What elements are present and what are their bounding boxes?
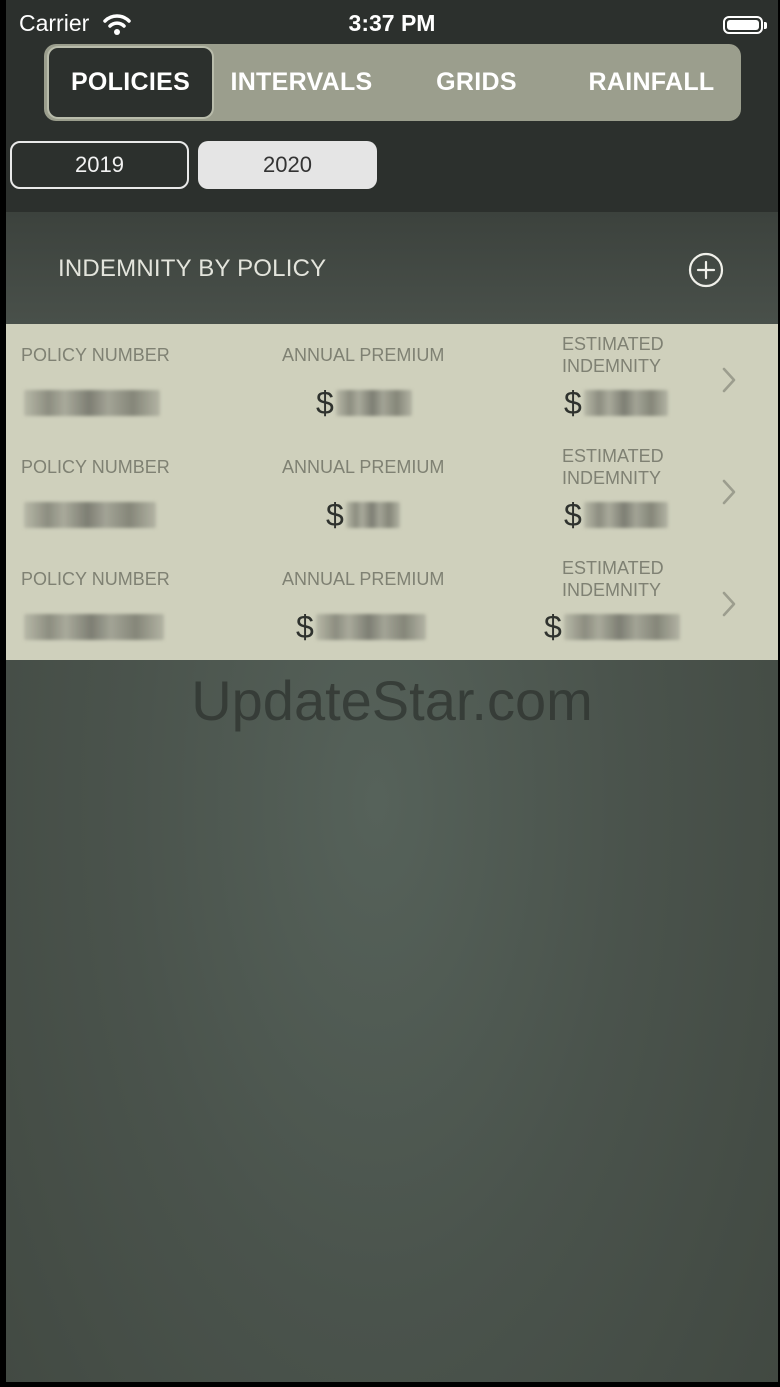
annual-premium-label: ANNUAL PREMIUM (282, 457, 445, 477)
device-frame: Carrier 3:37 PM POLICIES INTERVALS GRIDS… (0, 0, 780, 1387)
chevron-right-icon (722, 479, 736, 505)
redacted-value (345, 502, 400, 528)
estimated-indemnity-value: $ (544, 608, 680, 646)
annual-premium-value: $ (296, 608, 426, 646)
policy-number-label: POLICY NUMBER (21, 569, 170, 589)
year-2019-button[interactable]: 2019 (10, 141, 189, 189)
policy-row[interactable]: POLICY NUMBER ANNUAL PREMIUM ESTIMATED I… (6, 436, 778, 548)
estimated-indemnity-value: $ (564, 496, 668, 534)
annual-premium-label: ANNUAL PREMIUM (282, 569, 445, 589)
policy-number-value (24, 608, 164, 646)
redacted-value (583, 390, 668, 416)
currency-symbol: $ (544, 608, 562, 645)
redacted-value (24, 614, 164, 640)
redacted-value (335, 390, 412, 416)
plus-circle-icon[interactable] (688, 252, 724, 288)
currency-symbol: $ (564, 496, 582, 533)
estimated-indemnity-label: ESTIMATED INDEMNITY (562, 334, 664, 376)
estimated-indemnity-value: $ (564, 384, 668, 422)
policy-list: POLICY NUMBER ANNUAL PREMIUM ESTIMATED I… (6, 324, 778, 660)
year-2020-button[interactable]: 2020 (198, 141, 377, 189)
policy-number-value (24, 384, 160, 422)
section-title: INDEMNITY BY POLICY (58, 255, 327, 282)
battery-icon (723, 16, 767, 34)
policy-number-label: POLICY NUMBER (21, 457, 170, 477)
status-time: 3:37 PM (348, 10, 436, 36)
currency-symbol: $ (564, 384, 582, 421)
redacted-value (24, 502, 156, 528)
annual-premium-value: $ (326, 496, 400, 534)
annual-premium-value: $ (316, 384, 412, 422)
currency-symbol: $ (316, 384, 334, 421)
redacted-value (315, 614, 426, 640)
currency-symbol: $ (326, 496, 344, 533)
annual-premium-label: ANNUAL PREMIUM (282, 345, 445, 365)
policy-row[interactable]: POLICY NUMBER ANNUAL PREMIUM ESTIMATED I… (6, 548, 778, 660)
redacted-value (24, 390, 160, 416)
redacted-value (583, 502, 668, 528)
policy-row[interactable]: POLICY NUMBER ANNUAL PREMIUM ESTIMATED I… (6, 324, 778, 436)
section-tabs: POLICIES INTERVALS GRIDS RAINFALL (44, 44, 741, 121)
tab-policies[interactable]: POLICIES (49, 48, 212, 117)
chevron-right-icon (722, 367, 736, 393)
estimated-indemnity-label: ESTIMATED INDEMNITY (562, 558, 664, 600)
chevron-right-icon (722, 591, 736, 617)
app-screen: Carrier 3:37 PM POLICIES INTERVALS GRIDS… (6, 0, 778, 1382)
policy-number-label: POLICY NUMBER (21, 345, 170, 365)
tab-rainfall[interactable]: RAINFALL (564, 48, 739, 117)
watermark-text: UpdateStar.com (191, 669, 593, 732)
tab-grids[interactable]: GRIDS (389, 48, 564, 117)
tab-intervals[interactable]: INTERVALS (214, 48, 389, 117)
currency-symbol: $ (296, 608, 314, 645)
estimated-indemnity-label: ESTIMATED INDEMNITY (562, 446, 664, 488)
section-header: INDEMNITY BY POLICY (6, 212, 778, 324)
policy-number-value (24, 496, 156, 534)
redacted-value (563, 614, 680, 640)
